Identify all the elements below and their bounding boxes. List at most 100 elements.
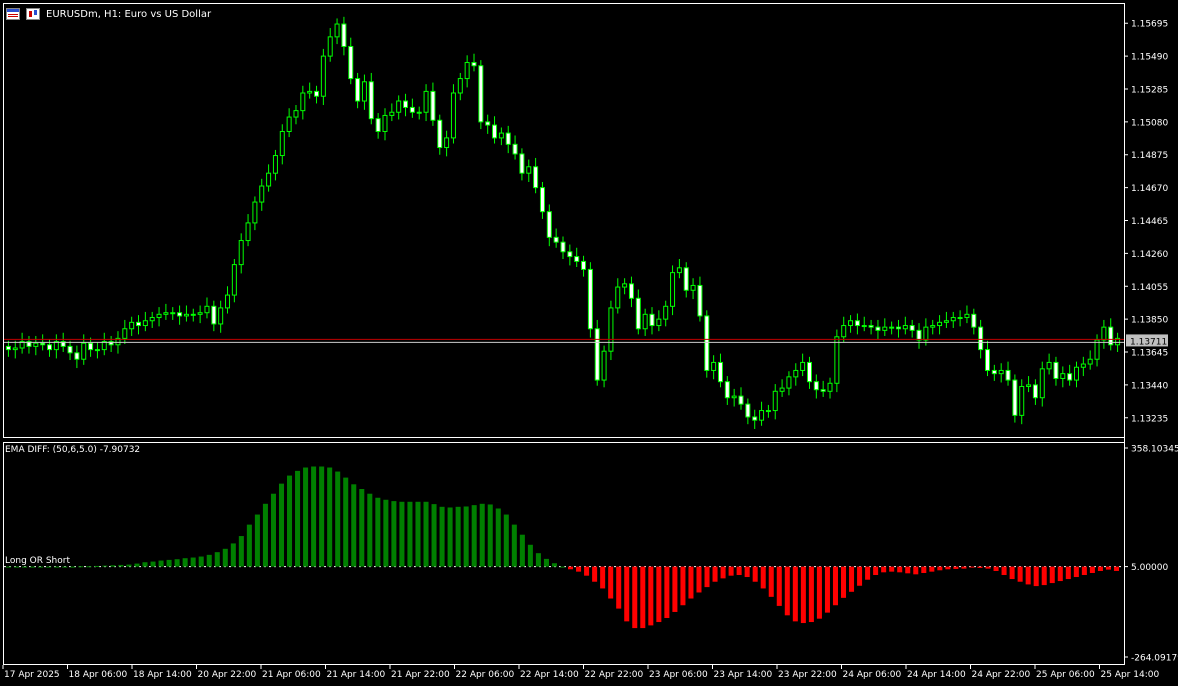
histogram-bar bbox=[30, 566, 36, 568]
candle-body bbox=[813, 381, 819, 391]
candle-body bbox=[149, 317, 155, 322]
indicator-pane-frame bbox=[3, 442, 1125, 665]
candle-body bbox=[964, 313, 970, 319]
histogram-bar bbox=[857, 566, 863, 586]
histogram-bar bbox=[287, 475, 293, 567]
histogram-bar bbox=[1017, 566, 1023, 582]
candle-body bbox=[608, 307, 614, 352]
candle-body bbox=[286, 116, 292, 132]
candle-body bbox=[512, 143, 518, 155]
histogram-bar bbox=[22, 566, 28, 568]
candle-body bbox=[594, 328, 600, 381]
histogram-bar bbox=[897, 566, 903, 573]
histogram-bar bbox=[262, 503, 268, 567]
chart-window-icon[interactable] bbox=[6, 8, 20, 20]
candle-body bbox=[937, 321, 943, 327]
histogram-bar bbox=[399, 501, 405, 567]
histogram-bar bbox=[977, 566, 983, 568]
candle-body bbox=[136, 321, 142, 327]
candle-body bbox=[464, 62, 470, 80]
histogram-bar bbox=[849, 566, 855, 592]
candle-body bbox=[492, 124, 498, 139]
histogram-bar bbox=[792, 566, 798, 622]
histogram-bar bbox=[238, 536, 244, 567]
candle-body bbox=[670, 272, 676, 307]
histogram-bar bbox=[487, 504, 493, 567]
histogram-bar bbox=[905, 566, 911, 574]
candle-body bbox=[854, 320, 860, 327]
candle-body bbox=[505, 132, 511, 145]
histogram-bar bbox=[889, 566, 895, 572]
histogram-bar bbox=[230, 543, 236, 567]
chart-title-bar: EURUSDm, H1: Euro vs US Dollar bbox=[6, 7, 211, 21]
histogram-bar bbox=[46, 566, 52, 568]
candlestick-icon[interactable] bbox=[26, 8, 40, 20]
histogram-bar bbox=[359, 489, 365, 567]
price-tick-label: 1.14260 bbox=[1131, 250, 1168, 260]
histogram-bar bbox=[624, 566, 630, 622]
candle-body bbox=[320, 55, 326, 97]
candle-body bbox=[430, 90, 436, 121]
histogram-bar bbox=[503, 514, 509, 567]
candle-body bbox=[827, 382, 833, 392]
time-tick-label: 18 Apr 14:00 bbox=[133, 670, 192, 680]
candle-body bbox=[882, 326, 888, 331]
histogram-bar bbox=[182, 558, 188, 567]
candle-body bbox=[574, 256, 580, 262]
candle-body bbox=[355, 78, 361, 102]
candle-body bbox=[868, 325, 874, 328]
histogram-bar bbox=[535, 553, 541, 567]
histogram-bar bbox=[728, 566, 734, 576]
histogram-bar bbox=[816, 566, 822, 619]
histogram-bar bbox=[808, 566, 814, 623]
candle-body bbox=[759, 410, 765, 421]
candle-body bbox=[943, 320, 949, 323]
histogram-bar bbox=[704, 566, 710, 588]
candle-body bbox=[752, 416, 758, 421]
candle-body bbox=[998, 369, 1004, 375]
histogram-bar bbox=[311, 466, 317, 567]
candle-body bbox=[978, 326, 984, 351]
histogram-bar bbox=[551, 563, 557, 567]
histogram-bar bbox=[14, 566, 20, 568]
candle-body bbox=[779, 387, 785, 392]
candle-body bbox=[950, 317, 956, 322]
histogram-bar bbox=[415, 501, 421, 567]
histogram-bar bbox=[993, 566, 999, 571]
candle-body bbox=[738, 395, 744, 405]
candle-body bbox=[361, 81, 367, 102]
candle-body bbox=[526, 166, 532, 174]
candle-body bbox=[40, 342, 46, 346]
histogram-bar bbox=[608, 566, 614, 599]
chart-canvas[interactable]: 1.15695 1.15490 1.15285 1.15080 1.14875 1.146… bbox=[0, 0, 1178, 683]
time-tick-label: 21 Apr 22:00 bbox=[391, 670, 450, 680]
candle-body bbox=[546, 211, 552, 238]
histogram-bar bbox=[616, 566, 622, 609]
price-tick-label: 1.14670 bbox=[1131, 184, 1168, 194]
time-tick-label: 23 Apr 22:00 bbox=[778, 670, 837, 680]
candle-body bbox=[690, 284, 696, 291]
histogram-bar bbox=[865, 566, 871, 580]
time-tick-label: 25 Apr 14:00 bbox=[1101, 670, 1160, 680]
histogram-bar bbox=[1001, 566, 1007, 576]
histogram-bar bbox=[511, 524, 517, 567]
candle-body bbox=[225, 294, 231, 309]
histogram-bar bbox=[102, 565, 108, 567]
candle-body bbox=[553, 236, 559, 243]
histogram-bar bbox=[78, 566, 84, 568]
candle-body bbox=[396, 100, 402, 113]
candle-body bbox=[266, 172, 272, 187]
chart-window[interactable]: 1.15695 1.15490 1.15285 1.15080 1.14875 1.146… bbox=[0, 0, 1178, 683]
histogram-bar bbox=[961, 566, 967, 569]
histogram-bar bbox=[800, 566, 806, 624]
candle-body bbox=[47, 344, 53, 351]
candle-body bbox=[676, 267, 682, 274]
candle-body bbox=[259, 185, 265, 203]
candle-body bbox=[841, 325, 847, 338]
price-tick-label: 1.15080 bbox=[1131, 118, 1168, 128]
candle-body bbox=[581, 260, 587, 270]
candle-body bbox=[697, 284, 703, 317]
candle-body bbox=[272, 155, 278, 174]
histogram-bar bbox=[479, 503, 485, 567]
histogram-bar bbox=[584, 566, 590, 576]
